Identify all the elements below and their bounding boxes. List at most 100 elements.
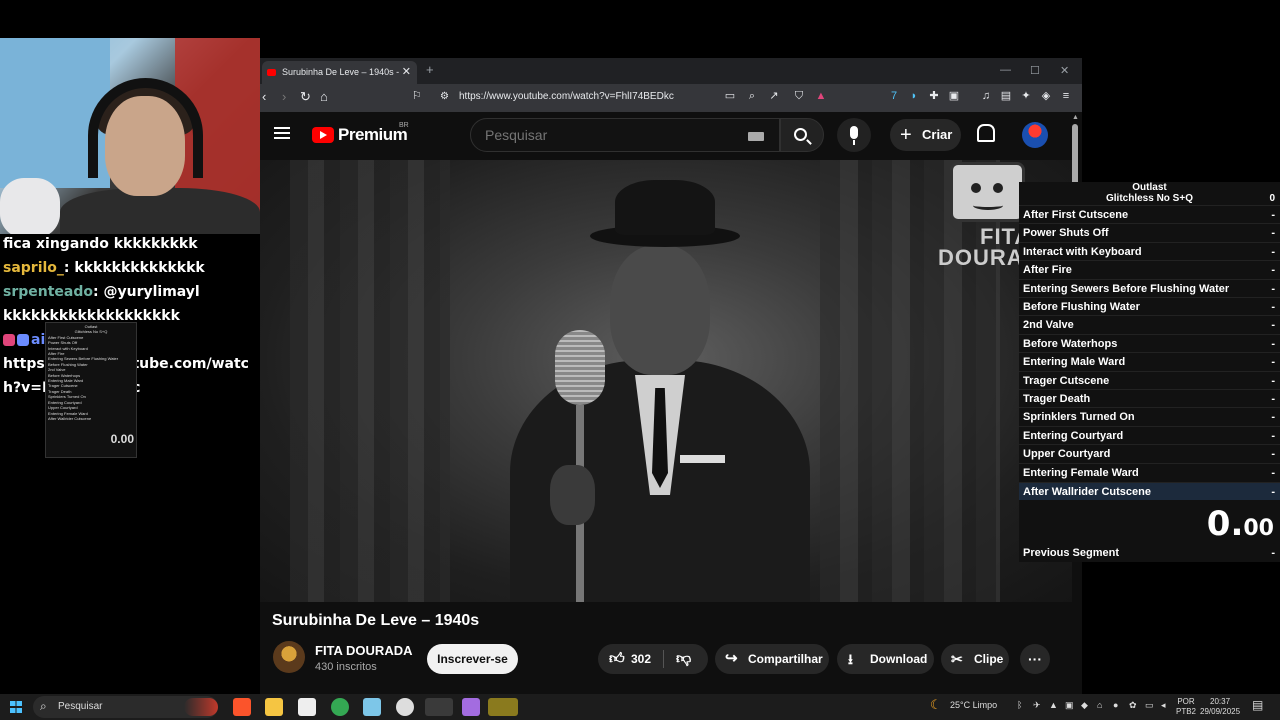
dislike-icon[interactable]: 👎︎ xyxy=(676,644,691,674)
back-icon[interactable]: ‹ xyxy=(262,89,266,104)
translate-extension-icon[interactable]: 7 xyxy=(888,90,900,102)
notifications-bell-icon[interactable] xyxy=(976,124,995,142)
address-bar: ‹ › ↻ ⌂ ⚐ ⚙ https://www.youtube.com/watc… xyxy=(260,84,1082,112)
create-button[interactable]: + Criar xyxy=(890,119,961,151)
forward-icon[interactable]: › xyxy=(282,89,286,104)
previous-segment-label: Previous Segment xyxy=(1023,547,1119,559)
scroll-up-arrow[interactable]: ▲ xyxy=(1072,114,1080,122)
file-explorer-icon[interactable] xyxy=(265,698,283,716)
system-clock[interactable]: 20:37 29/09/2025 xyxy=(1200,697,1240,717)
split-delta: - xyxy=(1271,466,1275,479)
desktop: fica xingando kkkkkkkkk saprilo_: kkkkkk… xyxy=(0,0,1280,720)
split-row: After Fire - xyxy=(1019,260,1280,278)
leo-icon[interactable]: ✦ xyxy=(1020,90,1032,102)
notes-app-icon[interactable] xyxy=(363,698,381,716)
bookmark-icon[interactable]: ⚐ xyxy=(412,89,422,102)
menu-icon[interactable]: ≡ xyxy=(1060,90,1072,102)
site-settings-icon[interactable]: ⚙ xyxy=(440,91,449,102)
search-icon xyxy=(794,128,807,141)
close-window-button[interactable]: ✕ xyxy=(1060,64,1069,77)
volume-icon[interactable]: ◂ xyxy=(1161,700,1166,711)
channel-name[interactable]: FITA DOURADA xyxy=(315,643,413,658)
extensions-icon[interactable]: ✚ xyxy=(928,90,940,102)
split-delta: - xyxy=(1271,337,1275,350)
share-button[interactable]: ↪ Compartilhar xyxy=(715,644,829,674)
obs-icon[interactable] xyxy=(425,698,453,716)
capcut-icon[interactable] xyxy=(298,698,316,716)
livesplit-app-icon[interactable] xyxy=(488,698,518,716)
zoom-icon[interactable]: ⌕ xyxy=(746,90,758,102)
tab-youtube[interactable]: Surubinha De Leve – 1940s - ✕ xyxy=(262,61,417,84)
split-name: Entering Sewers Before Flushing Water xyxy=(1023,282,1230,295)
maximize-button[interactable]: ☐ xyxy=(1030,64,1040,77)
search-input[interactable] xyxy=(485,127,735,143)
brave-browser-icon[interactable] xyxy=(233,698,251,716)
split-delta: - xyxy=(1271,393,1275,405)
wallet-icon[interactable]: ▤ xyxy=(1000,90,1012,102)
close-tab-icon[interactable]: ✕ xyxy=(402,61,411,84)
url-field[interactable]: https://www.youtube.com/watch?v=FhlI74BE… xyxy=(459,91,674,102)
reload-icon[interactable]: ↻ xyxy=(300,89,311,105)
brave-shield-icon[interactable]: ⛉ xyxy=(793,90,805,102)
app-icon[interactable] xyxy=(396,698,414,716)
split-name: 2nd Valve xyxy=(1023,319,1074,332)
weather-text[interactable]: 25°C Limpo xyxy=(950,700,997,710)
home-icon[interactable]: ⌂ xyxy=(320,89,328,104)
taskbar: ⌕ Pesquisar ☾ 25°C Limpo ᛒ ✈ ▲ ▣ ◆ ⌂ ● ✿… xyxy=(0,694,1280,720)
clip-button[interactable]: ✂ Clipe xyxy=(941,644,1009,674)
subscriber-count: 430 inscritos xyxy=(315,661,377,673)
search-icon: ⌕ xyxy=(40,699,47,713)
brave-rewards-icon[interactable]: ▲ xyxy=(815,90,827,102)
vpn-icon[interactable]: ◈ xyxy=(1040,90,1052,102)
music-icon[interactable]: ♫ xyxy=(980,90,992,102)
tray-app-icon[interactable]: ◆ xyxy=(1081,700,1088,711)
tray-app-icon[interactable]: ✿ xyxy=(1129,700,1137,711)
account-avatar[interactable] xyxy=(1022,122,1048,148)
minimize-button[interactable]: — xyxy=(1000,64,1011,76)
split-delta: - xyxy=(1271,227,1275,240)
like-count[interactable]: 302 xyxy=(631,644,651,674)
tray-app-icon[interactable]: ⌂ xyxy=(1097,700,1102,710)
windows-start-icon[interactable] xyxy=(10,701,22,713)
guide-menu-icon[interactable] xyxy=(274,127,290,139)
attempt-count: 0 xyxy=(1269,193,1275,204)
webcam-feed xyxy=(0,38,260,234)
channel-avatar[interactable] xyxy=(273,641,305,673)
youtube-brand[interactable]: Premium xyxy=(338,125,408,145)
tray-app-icon[interactable]: ▣ xyxy=(1065,700,1074,711)
split-row: Interact with Keyboard - xyxy=(1019,241,1280,260)
new-tab-button[interactable]: + xyxy=(426,62,434,77)
video-player[interactable]: FITA DOURA xyxy=(260,160,1072,602)
split-row: Before Flushing Water - xyxy=(1019,297,1280,315)
bluetooth-icon[interactable]: ᛒ xyxy=(1017,700,1022,710)
tray-app-icon[interactable]: ▲ xyxy=(1049,700,1058,710)
subscribe-button[interactable]: Inscrever-se xyxy=(427,644,518,674)
like-icon[interactable]: 👍︎ xyxy=(609,644,625,674)
share-icon[interactable]: ↗ xyxy=(768,90,780,102)
keyboard-icon[interactable] xyxy=(748,132,764,141)
youtube-logo-icon[interactable] xyxy=(312,127,334,143)
heart-badge-icon xyxy=(3,334,15,346)
drive-icon[interactable] xyxy=(462,698,480,716)
chrome-icon[interactable] xyxy=(331,698,349,716)
search-highlight-icon[interactable] xyxy=(184,698,218,716)
download-button[interactable]: ⭳ Download xyxy=(837,644,934,674)
language-indicator[interactable]: POR PTB2 xyxy=(1176,697,1196,717)
scissors-icon: ✂ xyxy=(951,651,963,667)
cast-icon[interactable]: ▭ xyxy=(724,90,736,102)
chat-message: srpenteado: @yurylimayl xyxy=(3,284,200,300)
notifications-icon[interactable]: ▤ xyxy=(1252,698,1263,712)
search-button[interactable] xyxy=(780,118,824,152)
network-icon[interactable]: ▭ xyxy=(1145,700,1154,711)
voice-search-button[interactable] xyxy=(837,118,871,152)
sidebar-icon[interactable]: ▣ xyxy=(948,90,960,102)
previous-segment-value: - xyxy=(1271,547,1275,559)
tab-title: Surubinha De Leve – 1940s - xyxy=(282,67,400,77)
channel-watermark[interactable]: FITA DOURA xyxy=(938,162,1030,272)
like-dislike-group: 👍︎ 302 👎︎ xyxy=(598,644,708,674)
livesplit-overlay: Outlast Glitchless No S+Q 0 After First … xyxy=(1019,182,1280,562)
audio-extension-icon[interactable]: ◗ xyxy=(908,90,920,102)
microphone-icon[interactable]: ● xyxy=(1113,700,1118,710)
tray-app-icon[interactable]: ✈ xyxy=(1033,700,1041,711)
more-actions-button[interactable]: ··· xyxy=(1020,644,1050,674)
